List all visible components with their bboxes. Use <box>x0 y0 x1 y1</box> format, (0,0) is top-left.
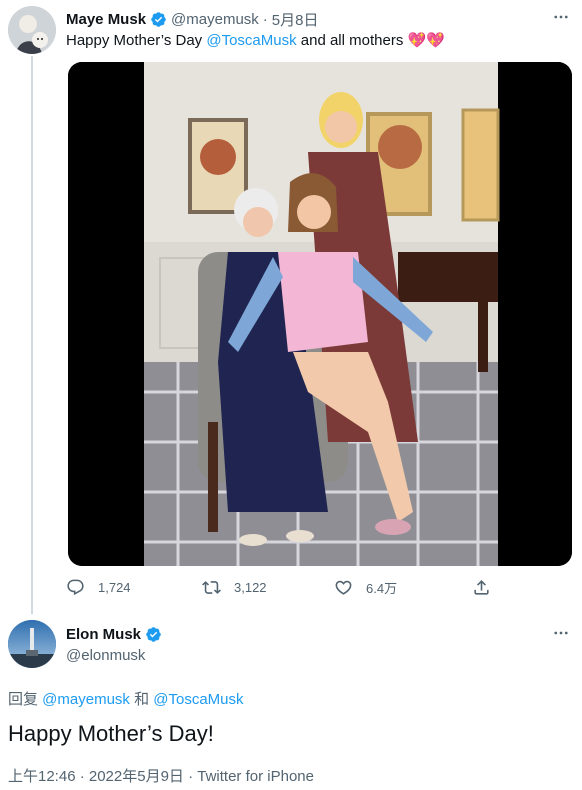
tweet-maye-musk: Maye Musk @mayemusk · 5月8日 Happy Mother’… <box>0 0 582 614</box>
share-button[interactable] <box>472 578 491 597</box>
avatar[interactable] <box>8 6 56 54</box>
mention-link[interactable]: @ToscaMusk <box>206 32 296 49</box>
author-handle[interactable]: @mayemusk <box>171 11 259 28</box>
reply-button[interactable]: 1,724 <box>66 578 131 597</box>
avatar[interactable] <box>8 620 56 668</box>
author-name[interactable]: Elon Musk <box>66 626 141 643</box>
like-button[interactable]: 6.4万 <box>334 578 397 597</box>
reply-count: 1,724 <box>98 580 131 595</box>
author-name[interactable]: Maye Musk <box>66 11 146 28</box>
replying-to: 回复 @mayemusk 和 @ToscaMusk <box>8 688 244 709</box>
tweet-header: Maye Musk @mayemusk · 5月8日 <box>66 9 318 30</box>
more-icon[interactable] <box>552 624 570 647</box>
more-icon[interactable] <box>552 8 570 31</box>
tweet-text: Happy Mother’s Day! <box>8 721 214 746</box>
mention-link[interactable]: @ToscaMusk <box>153 691 243 708</box>
tweet-text: Happy Mother’s Day @ToscaMusk and all mo… <box>66 31 445 51</box>
reply-prefix: 回复 <box>8 691 43 708</box>
verified-badge-icon <box>150 11 167 28</box>
reply-icon <box>67 579 84 596</box>
heart-icon <box>335 580 352 595</box>
share-icon <box>474 580 489 595</box>
video-media[interactable] <box>68 62 572 566</box>
tweet-header: Elon Musk <box>66 626 162 643</box>
reply-and: 和 <box>129 691 154 708</box>
like-count: 6.4万 <box>366 581 398 596</box>
separator-dot: · <box>262 11 268 28</box>
verified-badge-icon <box>145 626 162 643</box>
tweet-actions: 1,724 3,122 6.4万 <box>66 578 506 602</box>
retweet-button[interactable]: 3,122 <box>202 578 267 597</box>
retweet-icon <box>202 581 221 594</box>
retweet-count: 3,122 <box>234 580 267 595</box>
tweet-timestamp[interactable]: 5月8日 <box>272 9 319 30</box>
tweet-text-part: and all mothers <box>296 32 408 49</box>
tweet-text-part: Happy Mother’s Day <box>66 32 207 49</box>
mention-link[interactable]: @mayemusk <box>42 691 130 708</box>
author-handle[interactable]: @elonmusk <box>66 647 145 664</box>
heart-emoji: 💖💖 <box>407 32 445 49</box>
tweet-meta[interactable]: 上午12:46 · 2022年5月9日 · Twitter for iPhone <box>8 765 314 786</box>
